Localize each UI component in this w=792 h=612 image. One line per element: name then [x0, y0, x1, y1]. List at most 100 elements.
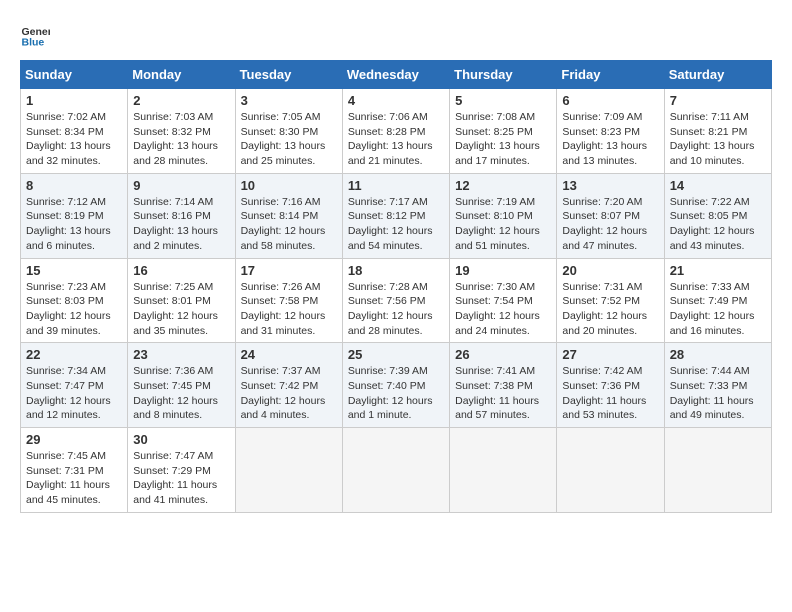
day-number: 29 — [26, 432, 122, 447]
calendar-cell: 23 Sunrise: 7:36 AMSunset: 7:45 PMDayligh… — [128, 343, 235, 428]
calendar-cell — [557, 428, 664, 513]
day-number: 24 — [241, 347, 337, 362]
day-number: 9 — [133, 178, 229, 193]
day-detail: Sunrise: 7:25 AMSunset: 8:01 PMDaylight:… — [133, 280, 229, 339]
calendar-cell: 2 Sunrise: 7:03 AMSunset: 8:32 PMDaylight… — [128, 89, 235, 174]
calendar-cell: 21 Sunrise: 7:33 AMSunset: 7:49 PMDayligh… — [664, 258, 771, 343]
day-detail: Sunrise: 7:31 AMSunset: 7:52 PMDaylight:… — [562, 280, 658, 339]
day-of-week-header: Sunday — [21, 61, 128, 89]
day-number: 25 — [348, 347, 444, 362]
calendar-cell: 27 Sunrise: 7:42 AMSunset: 7:36 PMDayligh… — [557, 343, 664, 428]
day-detail: Sunrise: 7:09 AMSunset: 8:23 PMDaylight:… — [562, 110, 658, 169]
day-detail: Sunrise: 7:06 AMSunset: 8:28 PMDaylight:… — [348, 110, 444, 169]
calendar-cell: 25 Sunrise: 7:39 AMSunset: 7:40 PMDayligh… — [342, 343, 449, 428]
day-detail: Sunrise: 7:28 AMSunset: 7:56 PMDaylight:… — [348, 280, 444, 339]
calendar-cell — [664, 428, 771, 513]
day-detail: Sunrise: 7:45 AMSunset: 7:31 PMDaylight:… — [26, 449, 122, 508]
day-detail: Sunrise: 7:47 AMSunset: 7:29 PMDaylight:… — [133, 449, 229, 508]
day-number: 28 — [670, 347, 766, 362]
day-number: 11 — [348, 178, 444, 193]
calendar-cell: 10 Sunrise: 7:16 AMSunset: 8:14 PMDayligh… — [235, 173, 342, 258]
day-number: 13 — [562, 178, 658, 193]
day-detail: Sunrise: 7:39 AMSunset: 7:40 PMDaylight:… — [348, 364, 444, 423]
day-detail: Sunrise: 7:11 AMSunset: 8:21 PMDaylight:… — [670, 110, 766, 169]
calendar-cell: 14 Sunrise: 7:22 AMSunset: 8:05 PMDayligh… — [664, 173, 771, 258]
day-number: 15 — [26, 263, 122, 278]
day-of-week-header: Saturday — [664, 61, 771, 89]
calendar-cell: 20 Sunrise: 7:31 AMSunset: 7:52 PMDayligh… — [557, 258, 664, 343]
calendar-cell: 15 Sunrise: 7:23 AMSunset: 8:03 PMDayligh… — [21, 258, 128, 343]
day-detail: Sunrise: 7:23 AMSunset: 8:03 PMDaylight:… — [26, 280, 122, 339]
calendar-cell: 6 Sunrise: 7:09 AMSunset: 8:23 PMDaylight… — [557, 89, 664, 174]
day-detail: Sunrise: 7:26 AMSunset: 7:58 PMDaylight:… — [241, 280, 337, 339]
calendar-cell: 18 Sunrise: 7:28 AMSunset: 7:56 PMDayligh… — [342, 258, 449, 343]
calendar-table: SundayMondayTuesdayWednesdayThursdayFrid… — [20, 60, 772, 513]
day-of-week-header: Thursday — [450, 61, 557, 89]
calendar-cell: 29 Sunrise: 7:45 AMSunset: 7:31 PMDayligh… — [21, 428, 128, 513]
calendar-cell: 22 Sunrise: 7:34 AMSunset: 7:47 PMDayligh… — [21, 343, 128, 428]
day-detail: Sunrise: 7:30 AMSunset: 7:54 PMDaylight:… — [455, 280, 551, 339]
day-of-week-header: Tuesday — [235, 61, 342, 89]
calendar-cell: 8Sunrise: 7:12 AMSunset: 8:19 PMDaylight… — [21, 173, 128, 258]
day-detail: Sunrise: 7:03 AMSunset: 8:32 PMDaylight:… — [133, 110, 229, 169]
day-detail: Sunrise: 7:20 AMSunset: 8:07 PMDaylight:… — [562, 195, 658, 254]
day-of-week-header: Wednesday — [342, 61, 449, 89]
day-number: 21 — [670, 263, 766, 278]
logo-icon: General Blue — [20, 20, 50, 50]
calendar-cell: 11Sunrise: 7:17 AMSunset: 8:12 PMDayligh… — [342, 173, 449, 258]
day-detail: Sunrise: 7:14 AMSunset: 8:16 PMDaylight:… — [133, 195, 229, 254]
day-detail: Sunrise: 7:42 AMSunset: 7:36 PMDaylight:… — [562, 364, 658, 423]
day-number: 22 — [26, 347, 122, 362]
day-number: 30 — [133, 432, 229, 447]
day-number: 10 — [241, 178, 337, 193]
calendar-week-row: 15 Sunrise: 7:23 AMSunset: 8:03 PMDayligh… — [21, 258, 772, 343]
calendar-cell: 30 Sunrise: 7:47 AMSunset: 7:29 PMDayligh… — [128, 428, 235, 513]
day-number: 26 — [455, 347, 551, 362]
logo: General Blue — [20, 20, 54, 50]
day-number: 2 — [133, 93, 229, 108]
calendar-cell: 5Sunrise: 7:08 AMSunset: 8:25 PMDaylight… — [450, 89, 557, 174]
calendar-cell: 1Sunrise: 7:02 AMSunset: 8:34 PMDaylight… — [21, 89, 128, 174]
day-number: 5 — [455, 93, 551, 108]
calendar-header-row: SundayMondayTuesdayWednesdayThursdayFrid… — [21, 61, 772, 89]
calendar-week-row: 8Sunrise: 7:12 AMSunset: 8:19 PMDaylight… — [21, 173, 772, 258]
calendar-week-row: 29 Sunrise: 7:45 AMSunset: 7:31 PMDayligh… — [21, 428, 772, 513]
calendar-cell: 28 Sunrise: 7:44 AMSunset: 7:33 PMDayligh… — [664, 343, 771, 428]
calendar-cell: 26 Sunrise: 7:41 AMSunset: 7:38 PMDayligh… — [450, 343, 557, 428]
day-number: 6 — [562, 93, 658, 108]
day-number: 12 — [455, 178, 551, 193]
day-detail: Sunrise: 7:36 AMSunset: 7:45 PMDaylight:… — [133, 364, 229, 423]
day-detail: Sunrise: 7:16 AMSunset: 8:14 PMDaylight:… — [241, 195, 337, 254]
day-detail: Sunrise: 7:34 AMSunset: 7:47 PMDaylight:… — [26, 364, 122, 423]
day-detail: Sunrise: 7:33 AMSunset: 7:49 PMDaylight:… — [670, 280, 766, 339]
day-of-week-header: Monday — [128, 61, 235, 89]
calendar-cell: 19 Sunrise: 7:30 AMSunset: 7:54 PMDayligh… — [450, 258, 557, 343]
calendar-cell: 7 Sunrise: 7:11 AMSunset: 8:21 PMDaylight… — [664, 89, 771, 174]
day-detail: Sunrise: 7:22 AMSunset: 8:05 PMDaylight:… — [670, 195, 766, 254]
day-number: 1 — [26, 93, 122, 108]
calendar-cell — [342, 428, 449, 513]
calendar-cell: 9 Sunrise: 7:14 AMSunset: 8:16 PMDaylight… — [128, 173, 235, 258]
day-detail: Sunrise: 7:12 AMSunset: 8:19 PMDaylight:… — [26, 195, 122, 254]
day-detail: Sunrise: 7:44 AMSunset: 7:33 PMDaylight:… — [670, 364, 766, 423]
day-number: 7 — [670, 93, 766, 108]
day-detail: Sunrise: 7:37 AMSunset: 7:42 PMDaylight:… — [241, 364, 337, 423]
day-number: 4 — [348, 93, 444, 108]
calendar-cell: 3Sunrise: 7:05 AMSunset: 8:30 PMDaylight… — [235, 89, 342, 174]
day-number: 27 — [562, 347, 658, 362]
day-detail: Sunrise: 7:05 AMSunset: 8:30 PMDaylight:… — [241, 110, 337, 169]
calendar-week-row: 22 Sunrise: 7:34 AMSunset: 7:47 PMDayligh… — [21, 343, 772, 428]
calendar-cell: 24 Sunrise: 7:37 AMSunset: 7:42 PMDayligh… — [235, 343, 342, 428]
day-of-week-header: Friday — [557, 61, 664, 89]
calendar-cell: 4 Sunrise: 7:06 AMSunset: 8:28 PMDaylight… — [342, 89, 449, 174]
day-number: 18 — [348, 263, 444, 278]
page-header: General Blue — [20, 20, 772, 50]
calendar-week-row: 1Sunrise: 7:02 AMSunset: 8:34 PMDaylight… — [21, 89, 772, 174]
day-number: 19 — [455, 263, 551, 278]
day-detail: Sunrise: 7:41 AMSunset: 7:38 PMDaylight:… — [455, 364, 551, 423]
day-number: 23 — [133, 347, 229, 362]
calendar-cell: 16Sunrise: 7:25 AMSunset: 8:01 PMDayligh… — [128, 258, 235, 343]
day-number: 20 — [562, 263, 658, 278]
day-number: 14 — [670, 178, 766, 193]
day-number: 17 — [241, 263, 337, 278]
